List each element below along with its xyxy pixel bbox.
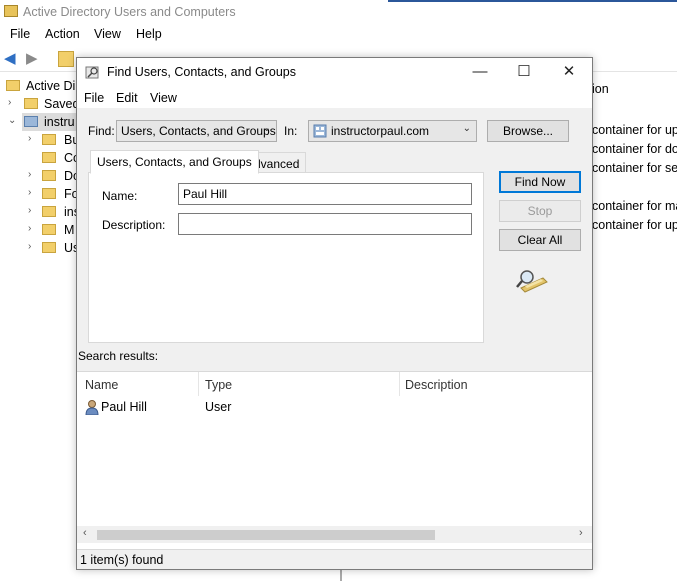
dialog-menu-edit[interactable]: Edit xyxy=(116,91,138,105)
column-header-type[interactable]: Type xyxy=(205,378,232,392)
name-label: Name: xyxy=(102,189,138,203)
tree-item[interactable]: › M xyxy=(0,221,80,239)
right-pane-text: container for up xyxy=(592,218,677,232)
user-icon xyxy=(85,400,99,415)
stop-button[interactable]: Stop xyxy=(499,200,581,222)
folder-icon xyxy=(42,170,56,181)
right-pane-text: container for up xyxy=(592,123,677,137)
dialog-titlebar[interactable]: Find Users, Contacts, and Groups — ☐ ✕ xyxy=(77,58,592,86)
folder-icon xyxy=(42,206,56,217)
background-titlebar: Active Directory Users and Computers xyxy=(0,0,677,24)
status-bar: 1 item(s) found xyxy=(77,549,592,569)
find-combo[interactable]: Users, Contacts, and Groups ⌄ xyxy=(116,120,277,142)
right-pane-text: container for do xyxy=(592,142,677,156)
window-edge xyxy=(388,0,677,2)
close-icon[interactable]: ✕ xyxy=(546,58,592,86)
find-now-button[interactable]: Find Now xyxy=(499,171,581,193)
column-separator[interactable] xyxy=(399,372,400,396)
folder-icon xyxy=(42,152,56,163)
tree-item[interactable]: › Fo xyxy=(0,185,80,203)
right-pane-text: ion xyxy=(592,82,609,96)
dialog-menubar: File Edit View xyxy=(77,86,592,108)
row-type: User xyxy=(205,400,232,414)
tree-label: M xyxy=(64,223,75,237)
find-combo-value: Users, Contacts, and Groups xyxy=(121,124,276,138)
chevron-down-icon[interactable]: ⌄ xyxy=(8,115,16,126)
menu-view[interactable]: View xyxy=(94,27,121,41)
dialog-title: Find Users, Contacts, and Groups xyxy=(107,65,296,79)
description-input[interactable] xyxy=(178,213,472,235)
column-header-name[interactable]: Name xyxy=(85,378,118,392)
menu-file[interactable]: File xyxy=(10,27,30,41)
folder-icon xyxy=(6,80,20,91)
right-pane-text: container for sec xyxy=(592,161,677,175)
name-input[interactable]: Paul Hill xyxy=(178,183,472,205)
ad-folder-icon xyxy=(4,5,18,17)
back-arrow-icon[interactable]: ◀ xyxy=(4,51,20,67)
chevron-right-icon[interactable]: › xyxy=(28,205,31,216)
folder-icon xyxy=(42,242,56,253)
table-row[interactable]: Paul Hill User xyxy=(77,398,592,418)
dialog-menu-file[interactable]: File xyxy=(84,91,104,105)
in-combo-value: instructorpaul.com xyxy=(331,124,430,138)
tab-pane: Name: Paul Hill Description: xyxy=(88,172,484,343)
chevron-right-icon[interactable]: › xyxy=(28,241,31,252)
chevron-down-icon: ⌄ xyxy=(462,123,471,134)
tree-item[interactable]: › Us xyxy=(0,239,80,257)
folder-icon xyxy=(24,98,38,109)
clear-all-button[interactable]: Clear All xyxy=(499,229,581,251)
status-text: 1 item(s) found xyxy=(80,553,164,567)
description-label: Description: xyxy=(102,218,166,232)
find-icon xyxy=(85,66,99,79)
tree-item[interactable]: Co xyxy=(0,149,80,167)
tree-item[interactable]: › ins xyxy=(0,203,80,221)
scrollbar-thumb[interactable] xyxy=(97,530,435,540)
folder-icon xyxy=(42,188,56,199)
find-dialog: Find Users, Contacts, and Groups — ☐ ✕ F… xyxy=(76,57,593,570)
chevron-right-icon[interactable]: › xyxy=(28,133,31,144)
chevron-down-icon: ⌄ xyxy=(262,123,271,134)
results-list: Name Type Description Paul Hill User ‹ › xyxy=(77,371,592,549)
find-label: Find: xyxy=(88,124,115,138)
tree-item[interactable]: › Do xyxy=(0,167,80,185)
tree-label: instru xyxy=(44,115,75,129)
magnifier-icon xyxy=(516,270,548,293)
menu-help[interactable]: Help xyxy=(136,27,162,41)
background-menubar: File Action View Help xyxy=(0,24,677,44)
up-folder-icon[interactable] xyxy=(58,51,74,67)
domain-icon xyxy=(313,124,327,138)
browse-button[interactable]: Browse... xyxy=(487,120,569,142)
tree-item[interactable]: › Bu xyxy=(0,131,80,149)
scroll-left-icon[interactable]: ‹ xyxy=(83,527,87,539)
chevron-right-icon[interactable]: › xyxy=(8,97,11,108)
column-separator[interactable] xyxy=(198,372,199,396)
tree-item-domain[interactable]: ⌄ instru xyxy=(8,113,80,131)
tree-label: Saved xyxy=(44,97,80,111)
dialog-menu-view[interactable]: View xyxy=(150,91,177,105)
horizontal-scrollbar[interactable]: ‹ › xyxy=(77,526,592,543)
menu-action[interactable]: Action xyxy=(45,27,80,41)
maximize-icon[interactable]: ☐ xyxy=(501,58,547,86)
folder-icon xyxy=(42,134,56,145)
forward-arrow-icon[interactable]: ▶ xyxy=(26,51,42,67)
chevron-right-icon[interactable]: › xyxy=(28,223,31,234)
background-window-title: Active Directory Users and Computers xyxy=(23,5,236,19)
folder-icon xyxy=(42,224,56,235)
minimize-icon[interactable]: — xyxy=(457,58,503,86)
right-pane-text: container for ma xyxy=(592,199,677,213)
in-combo[interactable]: instructorpaul.com ⌄ xyxy=(308,120,477,142)
domain-icon xyxy=(24,116,38,127)
tree-item-saved[interactable]: › Saved xyxy=(0,95,80,113)
tree-label: Active Dir xyxy=(26,79,80,93)
in-label: In: xyxy=(284,124,298,138)
tab-users-contacts-groups[interactable]: Users, Contacts, and Groups xyxy=(90,150,259,174)
row-name: Paul Hill xyxy=(101,400,147,414)
column-header-description[interactable]: Description xyxy=(405,378,468,392)
search-results-label: Search results: xyxy=(78,349,159,363)
tree-root[interactable]: Active Dir xyxy=(0,77,80,95)
console-tree: Active Dir › Saved ⌄ instru › Bu Co › Do… xyxy=(0,74,80,581)
chevron-right-icon[interactable]: › xyxy=(28,169,31,180)
chevron-right-icon[interactable]: › xyxy=(28,187,31,198)
scroll-right-icon[interactable]: › xyxy=(579,527,583,539)
